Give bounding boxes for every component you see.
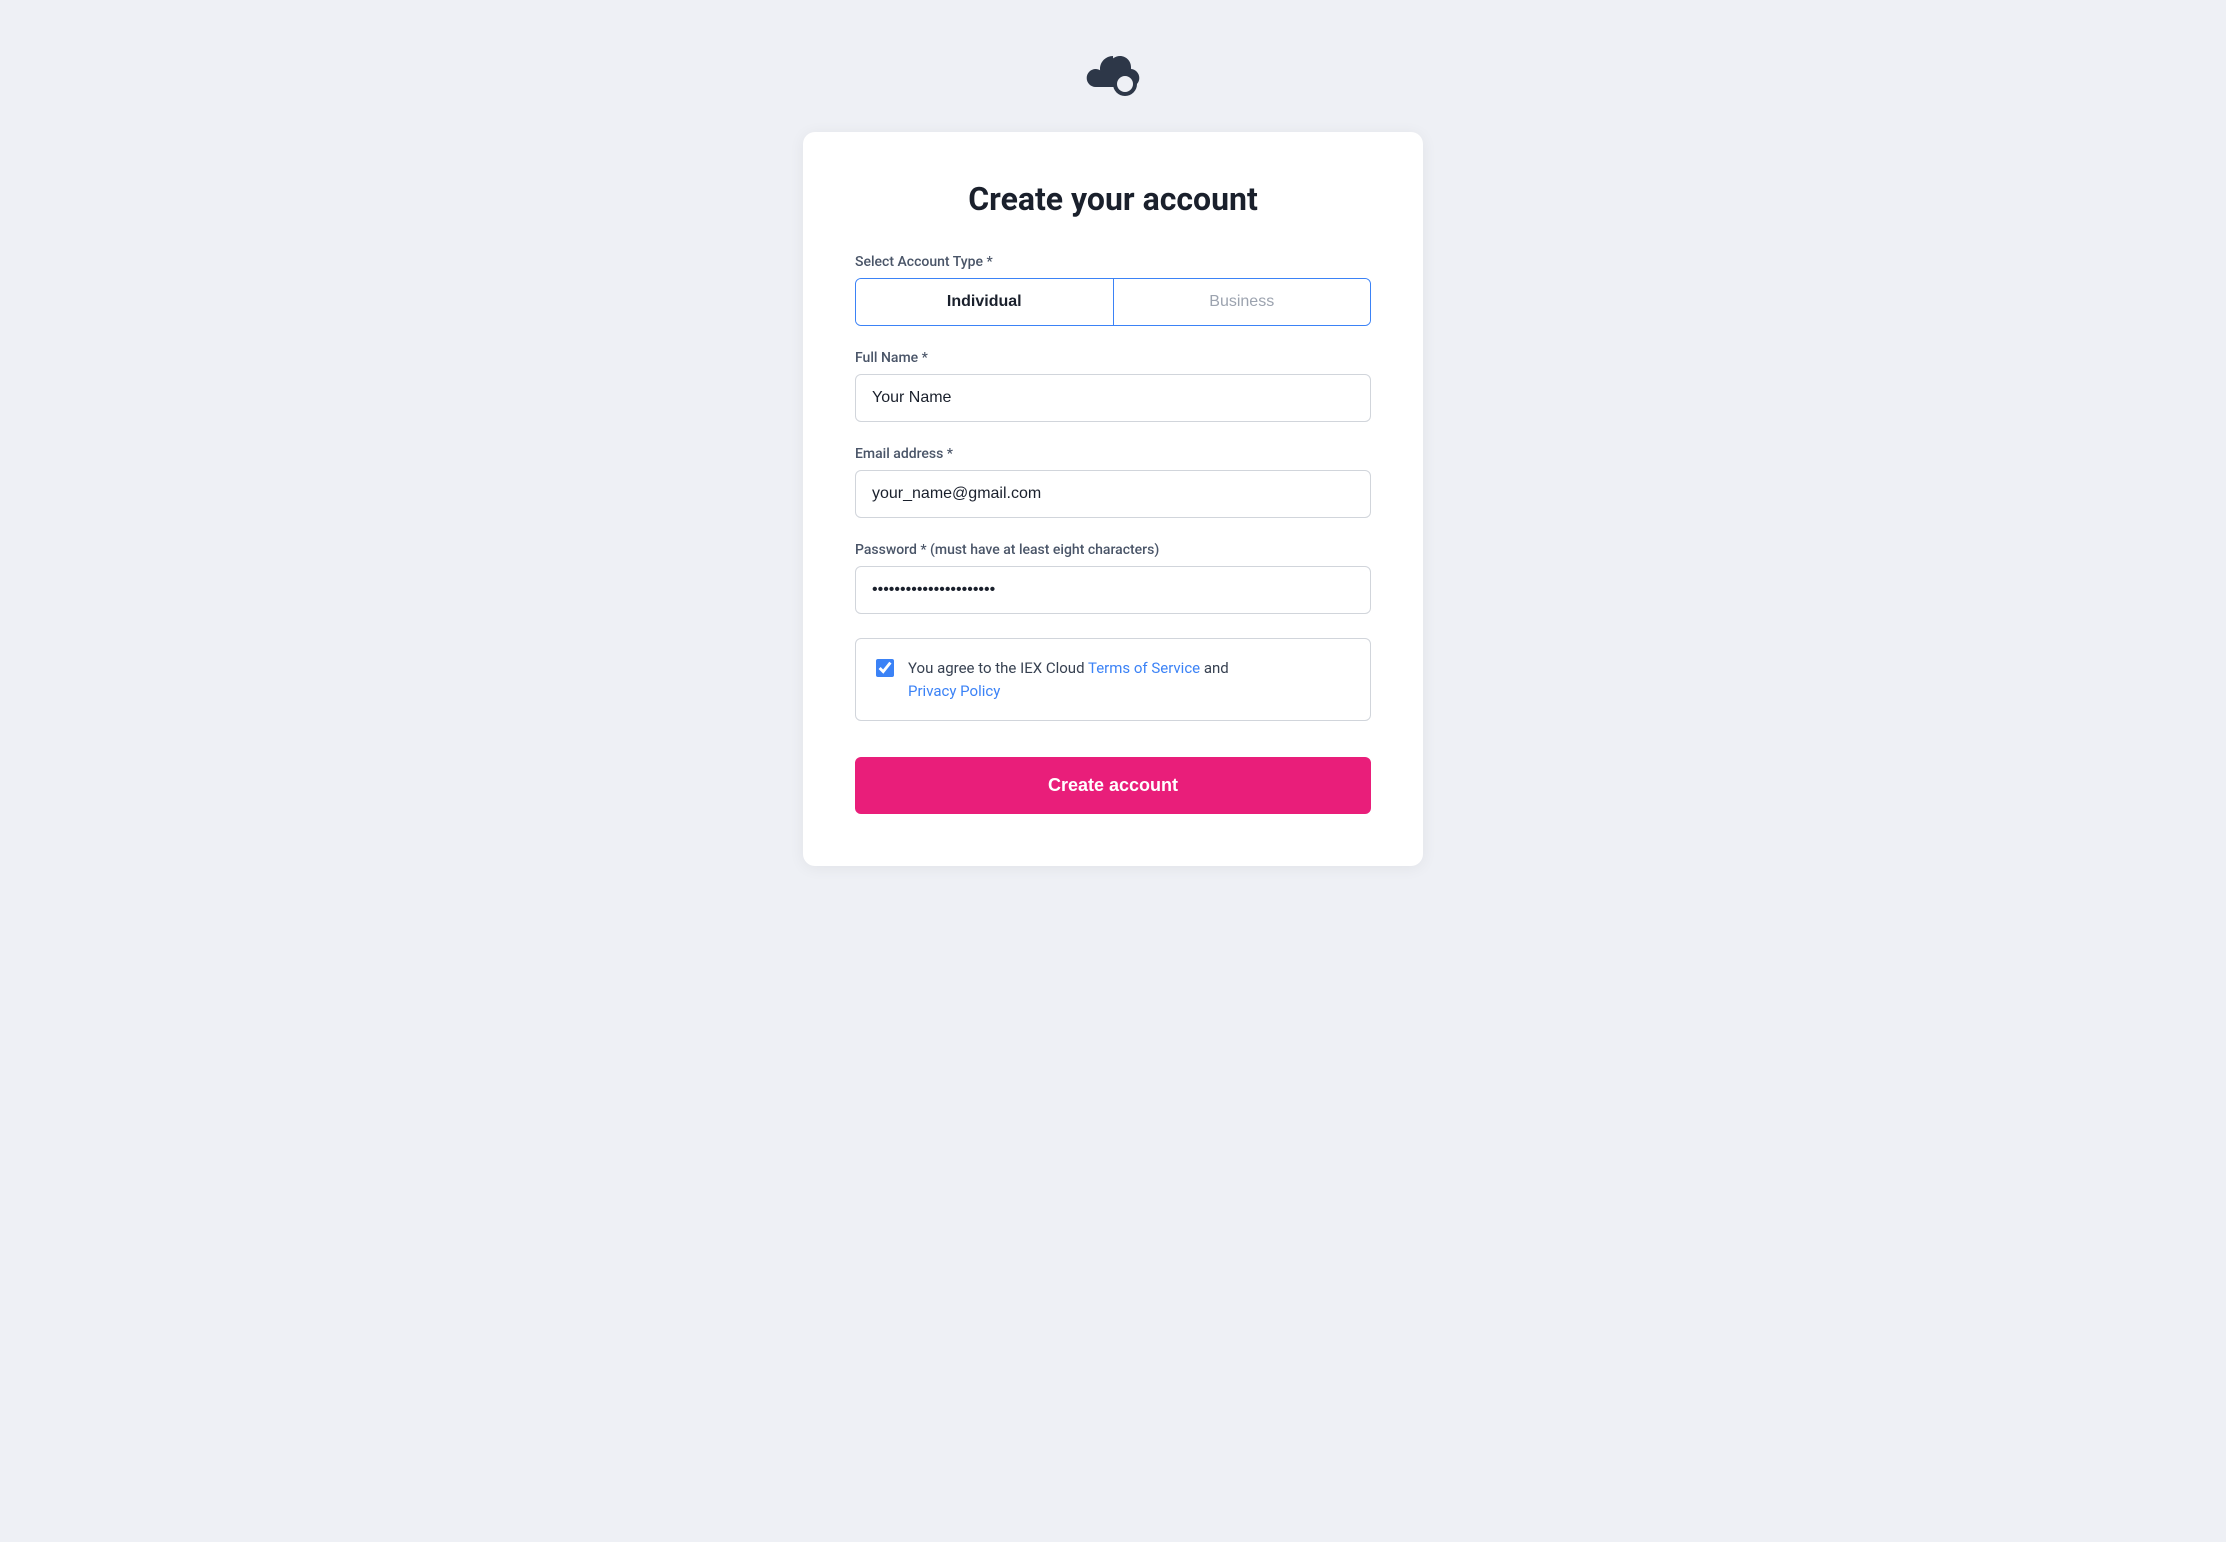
terms-text-before: You agree to the IEX Cloud — [908, 659, 1088, 677]
full-name-section: Full Name * — [855, 350, 1371, 422]
create-account-button[interactable]: Create account — [855, 757, 1371, 814]
terms-checkbox-area: You agree to the IEX Cloud Terms of Serv… — [855, 638, 1371, 721]
account-type-label: Select Account Type * — [855, 254, 1371, 270]
email-section: Email address * — [855, 446, 1371, 518]
terms-of-service-link[interactable]: Terms of Service — [1088, 659, 1200, 677]
privacy-policy-link[interactable]: Privacy Policy — [908, 682, 1000, 700]
account-type-section: Select Account Type * Individual Busines… — [855, 254, 1371, 326]
account-type-toggle: Individual Business — [855, 278, 1371, 326]
password-input[interactable] — [855, 566, 1371, 614]
logo — [1083, 50, 1143, 102]
email-label: Email address * — [855, 446, 1371, 462]
full-name-input[interactable] — [855, 374, 1371, 422]
terms-checkbox-wrapper — [876, 659, 894, 677]
cloud-logo-icon — [1083, 50, 1143, 98]
page-title: Create your account — [855, 180, 1371, 218]
individual-tab[interactable]: Individual — [856, 279, 1113, 325]
terms-text: You agree to the IEX Cloud Terms of Serv… — [908, 657, 1229, 702]
password-label: Password * (must have at least eight cha… — [855, 542, 1371, 558]
terms-text-middle: and — [1200, 659, 1229, 677]
terms-section: You agree to the IEX Cloud Terms of Serv… — [855, 638, 1371, 721]
email-input[interactable] — [855, 470, 1371, 518]
full-name-label: Full Name * — [855, 350, 1371, 366]
password-section: Password * (must have at least eight cha… — [855, 542, 1371, 614]
signup-card: Create your account Select Account Type … — [803, 132, 1423, 866]
terms-checkbox[interactable] — [876, 659, 894, 677]
business-tab[interactable]: Business — [1113, 279, 1371, 325]
